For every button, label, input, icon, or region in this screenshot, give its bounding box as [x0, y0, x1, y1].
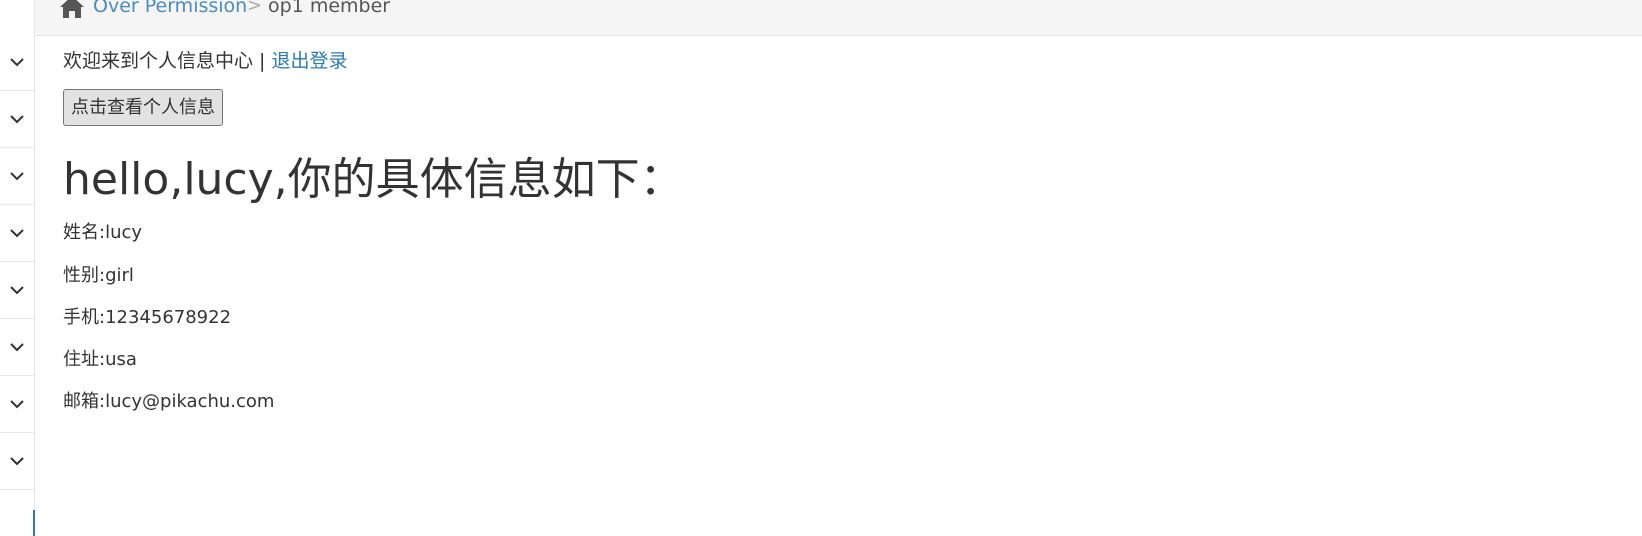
- welcome-line: 欢迎来到个人信息中心 | 退出登录: [63, 49, 348, 73]
- sidebar-item-3[interactable]: [0, 148, 34, 205]
- info-name: 姓名:lucy: [63, 222, 143, 243]
- sidebar: [0, 0, 35, 536]
- logout-link[interactable]: 退出登录: [272, 50, 348, 72]
- chevron-down-icon: [10, 342, 24, 351]
- chevron-down-icon: [10, 228, 24, 237]
- sidebar-item-6[interactable]: [0, 319, 34, 376]
- breadcrumb-link-over-permission[interactable]: Over Permission: [93, 0, 247, 18]
- info-email: 邮箱:lucy@pikachu.com: [63, 391, 275, 412]
- chevron-down-icon: [10, 456, 24, 465]
- info-phone: 手机:12345678922: [63, 307, 232, 328]
- chevron-down-icon: [10, 57, 24, 66]
- welcome-separator: |: [253, 50, 272, 72]
- view-info-button[interactable]: 点击查看个人信息: [63, 89, 223, 126]
- info-gender: 性别:girl: [63, 265, 134, 286]
- info-address: 住址:usa: [63, 349, 137, 370]
- welcome-text: 欢迎来到个人信息中心: [63, 50, 254, 72]
- info-title: hello,lucy,你的具体信息如下：: [63, 154, 684, 205]
- sidebar-item-2[interactable]: [0, 91, 34, 148]
- chevron-down-icon: [10, 399, 24, 408]
- breadcrumb-current: op1 member: [268, 0, 391, 17]
- sidebar-item-8[interactable]: [0, 433, 34, 490]
- chevron-down-icon: [10, 114, 24, 123]
- sidebar-item-4[interactable]: [0, 205, 34, 262]
- breadcrumb-separator: >: [247, 0, 263, 16]
- sidebar-item-1[interactable]: [0, 34, 34, 91]
- chevron-down-icon: [10, 285, 24, 294]
- sidebar-item-5[interactable]: [0, 262, 34, 319]
- chevron-down-icon: [10, 171, 24, 180]
- home-icon[interactable]: [59, 0, 85, 18]
- sidebar-active-indicator: [33, 510, 35, 536]
- sidebar-item-7[interactable]: [0, 376, 34, 433]
- breadcrumb: Over Permission > op1 member: [35, 0, 1642, 36]
